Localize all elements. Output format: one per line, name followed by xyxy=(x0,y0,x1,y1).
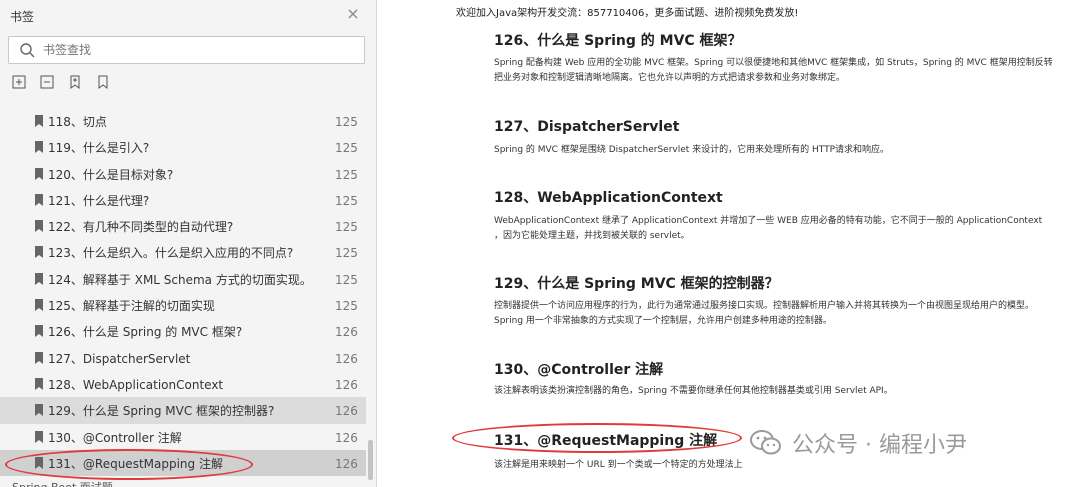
bookmark-item[interactable]: 127、DispatcherServlet 126 xyxy=(0,345,366,371)
bookmark-page: 125 xyxy=(335,167,358,182)
bookmark-page: 125 xyxy=(335,299,358,314)
bookmark-label: 119、什么是引入? xyxy=(48,141,150,156)
bookmark-panel: 书签 × 118、切点 125 119、什么是引入? 125 120、什么是目标对象… xyxy=(0,0,377,487)
bookmark-label: 125、解释基于注解的切面实现 xyxy=(48,299,215,314)
bookmark-list: 118、切点 125 119、什么是引入? 125 120、什么是目标对象? 125 … xyxy=(0,108,366,477)
bookmark-label: 118、切点 xyxy=(48,115,107,129)
section-heading: 130、@Controller 注解 xyxy=(494,362,664,378)
bookmark-icon[interactable] xyxy=(96,75,110,89)
bookmark-icon xyxy=(35,430,43,443)
bookmark-page: 126 xyxy=(335,456,358,471)
section-heading: 129、什么是 Spring MVC 框架的控制器？ xyxy=(494,276,779,292)
bookmark-item[interactable]: 122、有几种不同类型的自动代理? 125 xyxy=(0,213,366,239)
bookmark-icon xyxy=(35,220,43,233)
expand-all-icon[interactable] xyxy=(12,75,26,89)
bookmark-item[interactable]: 120、什么是目标对象? 125 xyxy=(0,161,366,187)
bookmark-toolbar xyxy=(12,75,110,89)
section-body: Spring 的 MVC 框架是围绕 DispatcherServlet 来设计… xyxy=(494,145,890,155)
bookmark-label: 124、解释基于 XML Schema 方式的切面实现。 xyxy=(48,272,312,287)
sidebar-scrollbar[interactable] xyxy=(368,440,373,480)
watermark-text: 公众号 · 编程小尹 xyxy=(792,433,967,458)
bookmark-page: 125 xyxy=(335,115,358,129)
close-icon[interactable]: × xyxy=(344,4,362,24)
bookmark-page: 126 xyxy=(335,404,358,419)
bookmark-icon xyxy=(35,167,43,180)
bookmark-page: 125 xyxy=(335,141,358,156)
bookmark-item[interactable]: 125、解释基于注解的切面实现 125 xyxy=(0,292,366,318)
search-icon xyxy=(20,43,35,58)
add-bookmark-icon[interactable] xyxy=(68,75,82,89)
bookmark-icon xyxy=(35,141,43,154)
wechat-icon xyxy=(750,430,781,455)
section-heading: 127、DispatcherServlet xyxy=(494,119,680,135)
bookmark-icon xyxy=(35,404,43,417)
bookmark-page: 125 xyxy=(335,246,358,261)
bookmark-label: 121、什么是代理? xyxy=(48,193,150,208)
bookmark-icon xyxy=(35,299,43,312)
bookmark-item[interactable]: 124、解释基于 XML Schema 方式的切面实现。 125 xyxy=(0,266,366,292)
section-heading: 126、什么是 Spring 的 MVC 框架？ xyxy=(494,33,742,49)
bookmark-page: 125 xyxy=(335,220,358,235)
panel-title: 书签 xyxy=(10,10,35,24)
bookmark-page: 126 xyxy=(335,351,358,366)
bookmark-page: 126 xyxy=(335,430,358,445)
bookmark-label: 120、什么是目标对象? xyxy=(48,167,174,182)
section-body: 该注解是用来映射一个 URL 到一个类或一个特定的方处理法上 xyxy=(494,460,743,470)
bookmark-item-highlighted[interactable]: 129、什么是 Spring MVC 框架的控制器? 126 xyxy=(0,397,366,424)
annotation-oval xyxy=(452,423,742,453)
bookmark-item[interactable]: 118、切点 125 xyxy=(0,108,366,134)
bookmark-search-box[interactable] xyxy=(8,36,365,64)
bookmark-label: 128、WebApplicationContext xyxy=(48,377,224,392)
bookmark-item[interactable]: 126、什么是 Spring 的 MVC 框架? 126 xyxy=(0,318,366,344)
annotation-oval xyxy=(5,449,253,480)
section-body: Spring 配备构建 Web 应用的全功能 MVC 框架。Spring 可以很… xyxy=(494,58,1053,83)
bookmark-icon xyxy=(35,272,43,285)
watermark: 公众号 · 编程小尹 xyxy=(750,427,967,459)
bookmark-item[interactable]: 128、WebApplicationContext 126 xyxy=(0,371,366,397)
bookmark-item[interactable]: 121、什么是代理? 125 xyxy=(0,187,366,213)
bookmark-page: 125 xyxy=(335,193,358,208)
bookmark-item[interactable]: 123、什么是织入。什么是织入应用的不同点? 125 xyxy=(0,239,366,265)
bookmark-label: 129、什么是 Spring MVC 框架的控制器? xyxy=(48,404,275,419)
bookmark-item[interactable]: 130、@Controller 注解 126 xyxy=(0,424,366,450)
bookmark-icon xyxy=(35,246,43,259)
collapse-all-icon[interactable] xyxy=(40,75,54,89)
bookmark-item[interactable]: 119、什么是引入? 125 xyxy=(0,134,366,160)
bookmark-icon xyxy=(35,193,43,206)
bookmark-search-input[interactable] xyxy=(43,41,343,59)
section-body: 该注解表明该类扮演控制器的角色，Spring 不需要你继承任何其他控制器基类或引… xyxy=(494,386,893,396)
section-heading: 128、WebApplicationContext xyxy=(494,190,723,206)
bookmark-label: 130、@Controller 注解 xyxy=(48,430,182,445)
bookmark-label: 126、什么是 Spring 的 MVC 框架? xyxy=(48,325,243,340)
bookmark-page: 125 xyxy=(335,272,358,287)
bookmark-icon xyxy=(35,325,43,338)
bookmark-label: 127、DispatcherServlet xyxy=(48,351,191,366)
bookmark-item-cutoff[interactable]: Spring Boot 面试题 xyxy=(12,479,113,487)
bookmark-page: 126 xyxy=(335,377,358,392)
bookmark-page: 126 xyxy=(335,325,358,340)
section-body: WebApplicationContext 继承了 ApplicationCon… xyxy=(494,216,1043,241)
section-body: 控制器提供一个访问应用程序的行为，此行为通常通过服务接口实现。控制器解析用户输入… xyxy=(494,301,1035,326)
page-banner: 欢迎加入Java架构开发交流：857710406，更多面试题、进阶视频免费发放! xyxy=(456,8,799,19)
bookmark-label: 122、有几种不同类型的自动代理? xyxy=(48,220,234,235)
bookmark-icon xyxy=(35,115,43,127)
document-page: 欢迎加入Java架构开发交流：857710406，更多面试题、进阶视频免费发放!… xyxy=(378,0,1080,487)
bookmark-icon xyxy=(35,351,43,364)
bookmark-icon xyxy=(35,377,43,390)
bookmark-label: 123、什么是织入。什么是织入应用的不同点? xyxy=(48,246,294,261)
